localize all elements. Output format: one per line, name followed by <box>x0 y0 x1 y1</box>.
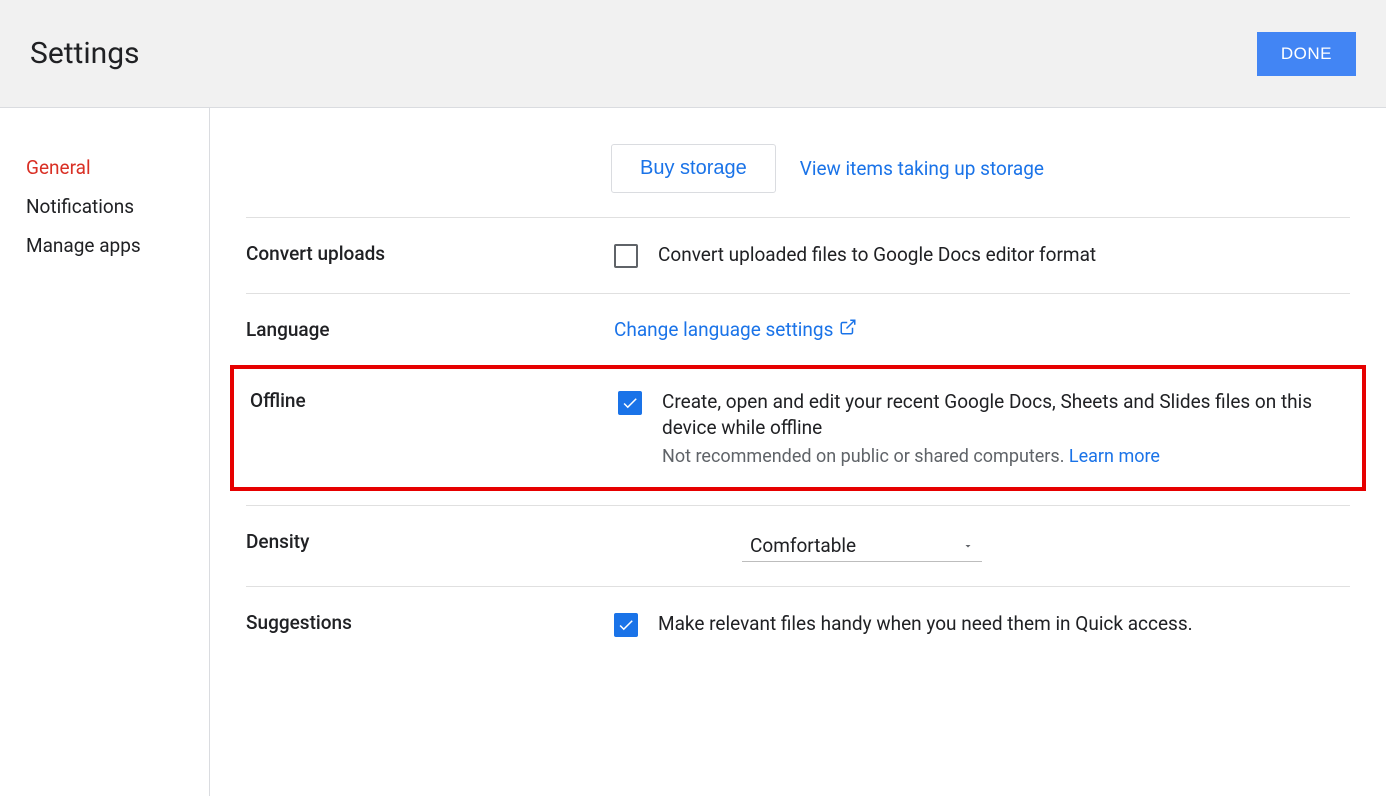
main-container: General Notifications Manage apps Buy st… <box>0 108 1386 796</box>
offline-checkbox[interactable] <box>618 391 642 415</box>
offline-checkbox-row: Create, open and edit your recent Google… <box>618 389 1346 467</box>
density-value: Comfortable <box>750 534 856 557</box>
buy-storage-button[interactable]: Buy storage <box>611 144 776 193</box>
offline-section: Offline Create, open and edit your recen… <box>250 389 1346 467</box>
convert-checkbox[interactable] <box>614 244 638 268</box>
open-external-icon <box>839 318 857 341</box>
density-title: Density <box>246 530 614 562</box>
suggestions-section: Suggestions Make relevant files handy wh… <box>246 586 1350 662</box>
offline-highlight-box: Offline Create, open and edit your recen… <box>230 365 1366 491</box>
view-storage-link[interactable]: View items taking up storage <box>800 157 1044 180</box>
offline-title: Offline <box>250 389 618 467</box>
suggestions-checkbox[interactable] <box>614 613 638 637</box>
settings-header: Settings DONE <box>0 0 1386 108</box>
offline-text-block: Create, open and edit your recent Google… <box>662 389 1346 467</box>
change-language-label: Change language settings <box>614 318 833 341</box>
change-language-link[interactable]: Change language settings <box>614 318 857 341</box>
sidebar-item-notifications[interactable]: Notifications <box>0 187 209 226</box>
density-select[interactable]: Comfortable <box>742 530 982 562</box>
dropdown-arrow-icon <box>962 534 974 557</box>
settings-sidebar: General Notifications Manage apps <box>0 108 210 796</box>
storage-row: Buy storage View items taking up storage <box>611 128 1350 217</box>
convert-checkbox-label: Convert uploaded files to Google Docs ed… <box>658 242 1096 269</box>
convert-uploads-title: Convert uploads <box>246 242 614 269</box>
language-section: Language Change language settings <box>246 293 1350 365</box>
language-title: Language <box>246 318 614 341</box>
offline-learn-more-link[interactable]: Learn more <box>1069 446 1160 467</box>
suggestions-checkbox-label: Make relevant files handy when you need … <box>658 611 1193 638</box>
offline-subtext-row: Not recommended on public or shared comp… <box>662 446 1346 467</box>
suggestions-title: Suggestions <box>246 611 614 638</box>
suggestions-checkbox-row: Make relevant files handy when you need … <box>614 611 1193 638</box>
sidebar-item-manage-apps[interactable]: Manage apps <box>0 226 209 265</box>
convert-checkbox-row: Convert uploaded files to Google Docs ed… <box>614 242 1096 269</box>
offline-subtext: Not recommended on public or shared comp… <box>662 446 1069 467</box>
sidebar-item-general[interactable]: General <box>0 148 209 187</box>
done-button[interactable]: DONE <box>1257 32 1356 76</box>
offline-checkbox-label: Create, open and edit your recent Google… <box>662 389 1346 442</box>
convert-uploads-section: Convert uploads Convert uploaded files t… <box>246 217 1350 293</box>
page-title: Settings <box>30 36 140 71</box>
settings-content: Buy storage View items taking up storage… <box>210 108 1386 796</box>
density-section: Density Comfortable <box>246 505 1350 586</box>
